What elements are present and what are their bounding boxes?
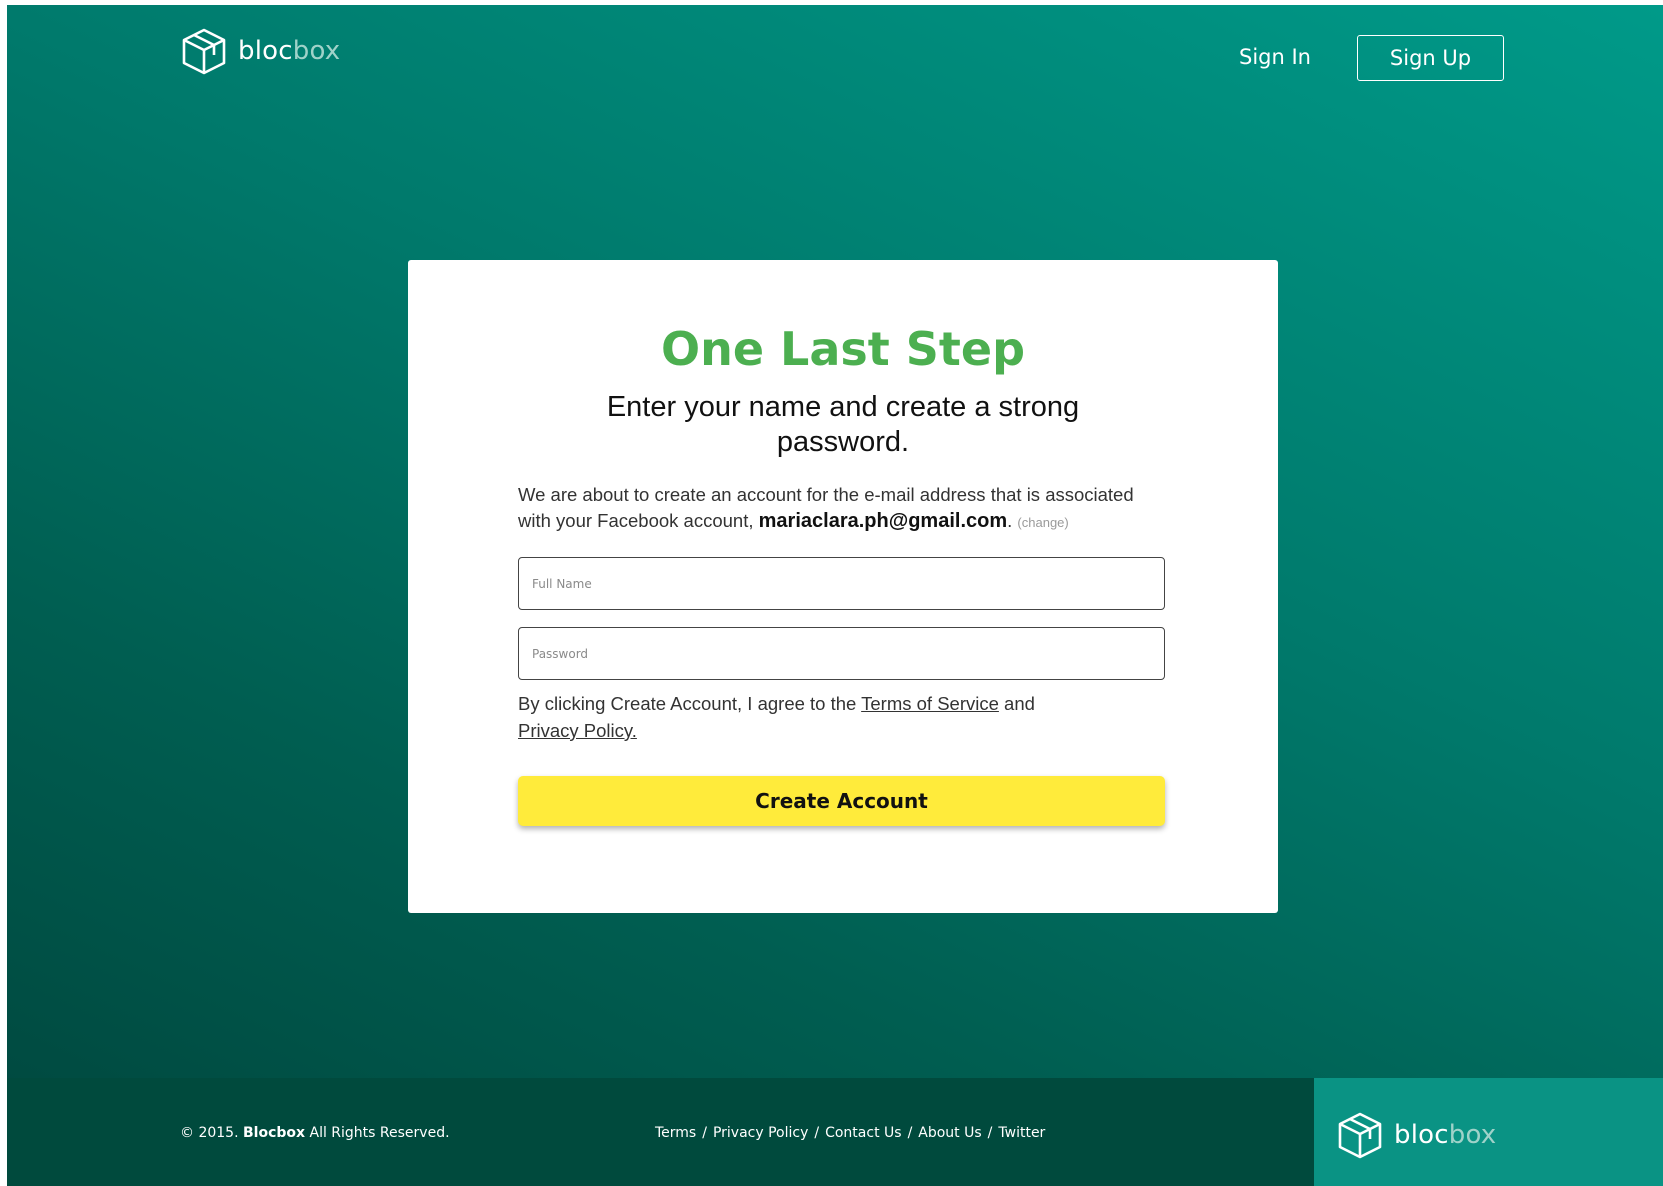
card-title: One Last Step (660, 322, 1026, 376)
copyright-prefix: © 2015. (180, 1125, 239, 1141)
footer-separator: / (814, 1125, 820, 1141)
footer-brand-wordmark: blocbox (1394, 1120, 1497, 1150)
header-logo[interactable]: blocbox (180, 27, 340, 75)
copyright: © 2015. Blocbox All Rights Reserved. (180, 1125, 450, 1141)
password-input[interactable] (518, 627, 1165, 680)
agree-text: By clicking Create Account, I agree to t… (518, 693, 857, 714)
footer-logo[interactable]: blocbox (1336, 1111, 1496, 1159)
footer-link-contact-us[interactable]: Contact Us (825, 1125, 901, 1141)
footer-link-about-us[interactable]: About Us (918, 1125, 981, 1141)
agree-and-text: and (1004, 693, 1035, 714)
footer-separator: / (907, 1125, 913, 1141)
signup-card: One Last Step Enter your name and create… (408, 260, 1278, 913)
cube-icon (182, 28, 226, 75)
copyright-suffix: All Rights Reserved. (309, 1125, 450, 1141)
create-account-button[interactable]: Create Account (518, 776, 1165, 826)
terms-agreement: By clicking Create Account, I agree to t… (518, 690, 1078, 744)
footer-separator: / (987, 1125, 993, 1141)
sign-up-button[interactable]: Sign Up (1357, 35, 1504, 81)
privacy-policy-link[interactable]: Privacy Policy. (518, 720, 637, 741)
terms-of-service-link[interactable]: Terms of Service (861, 693, 999, 714)
footer: © 2015. Blocbox All Rights Reserved. Ter… (7, 1078, 1663, 1186)
full-name-input[interactable] (518, 557, 1165, 610)
email-suffix: . (1007, 510, 1013, 531)
footer-separator: / (702, 1125, 707, 1141)
footer-links: Terms / Privacy Policy / Contact Us / Ab… (655, 1125, 1045, 1141)
sign-in-link[interactable]: Sign In (1239, 45, 1311, 69)
account-description: We are about to create an account for th… (518, 482, 1168, 536)
change-email-link[interactable]: (change) (1017, 515, 1068, 530)
footer-link-twitter[interactable]: Twitter (998, 1125, 1045, 1141)
footer-link-privacy-policy[interactable]: Privacy Policy (713, 1125, 808, 1141)
card-subtitle: Enter your name and create a strong pass… (606, 391, 1080, 458)
cube-icon (1338, 1112, 1382, 1159)
footer-link-terms[interactable]: Terms (655, 1125, 696, 1141)
page-background: blocbox Sign In Sign Up One Last Step En… (7, 5, 1663, 1186)
footer-brand-panel: blocbox (1314, 1078, 1663, 1186)
brand-wordmark: blocbox (238, 36, 341, 66)
copyright-brand: Blocbox (242, 1125, 306, 1141)
account-email: mariaclara.ph@gmail.com (758, 510, 1008, 532)
